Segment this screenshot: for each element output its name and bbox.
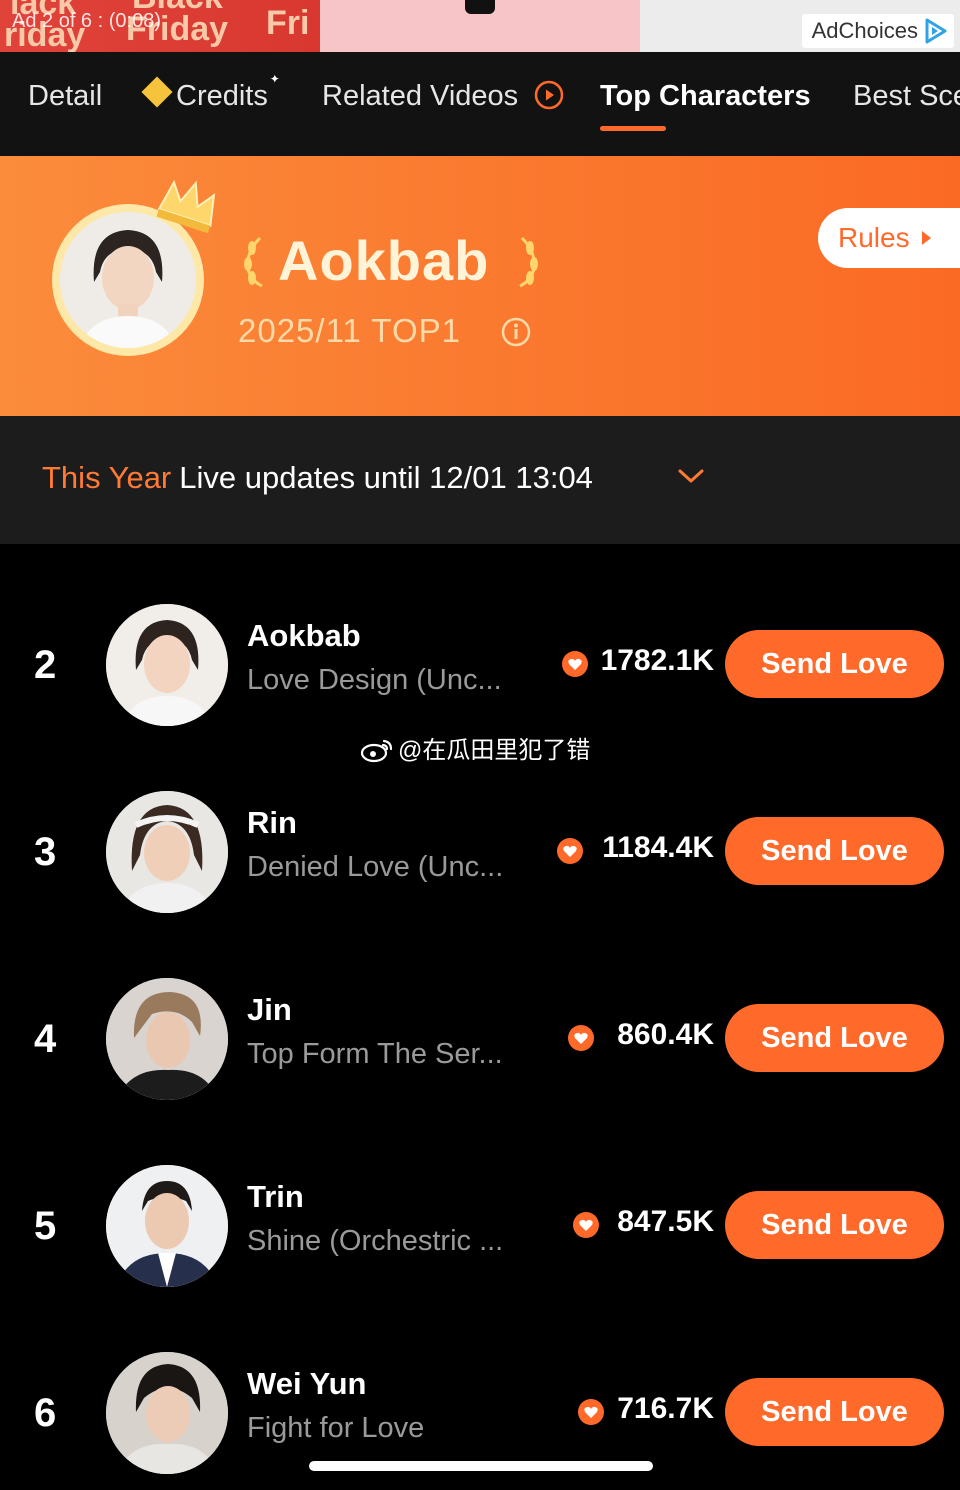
rank-number: 2 <box>34 643 57 687</box>
diamond-icon <box>141 76 173 108</box>
tab-label: Credits <box>176 80 268 112</box>
avatar[interactable] <box>106 1352 228 1474</box>
portrait-image <box>60 212 196 348</box>
character-name: Aokbab <box>247 618 361 653</box>
rank-number: 5 <box>34 1204 57 1248</box>
chevron-down-icon[interactable] <box>676 466 706 486</box>
live-update-text: Live updates until 12/01 13:04 <box>179 460 593 495</box>
sparkle-icon: ✦ <box>269 72 280 86</box>
love-score: 1184.4K <box>602 831 714 864</box>
tab-label: Detail <box>28 80 103 112</box>
caret-right-icon <box>921 231 931 245</box>
avatar <box>60 212 196 348</box>
heart-icon <box>557 838 583 864</box>
rank-number: 3 <box>34 830 57 874</box>
adchoices-label: AdChoices <box>811 18 918 43</box>
send-love-button[interactable]: Send Love <box>725 817 944 885</box>
character-name: Trin <box>247 1179 304 1214</box>
tab-bar: Detail Credits ✦ Related Videos Top Char… <box>0 52 960 156</box>
rank-number: 4 <box>34 1017 57 1061</box>
send-love-button[interactable]: Send Love <box>725 1191 944 1259</box>
tab-top-characters[interactable]: Top Characters <box>600 80 811 113</box>
character-name: Wei Yun <box>247 1366 367 1401</box>
home-indicator[interactable] <box>309 1461 653 1471</box>
portrait-image <box>106 978 228 1100</box>
ranking-row[interactable]: 5 Trin Shine (Orchestric ... 847.5K Send… <box>0 1133 960 1320</box>
show-title: Top Form The Ser... <box>247 1038 503 1070</box>
avatar[interactable] <box>106 791 228 913</box>
watermark: @在瓜田里犯了错 <box>360 730 590 765</box>
show-title: Fight for Love <box>247 1412 425 1444</box>
show-title: Love Design (Unc... <box>247 664 502 696</box>
adchoices-icon <box>925 18 947 44</box>
send-love-button[interactable]: Send Love <box>725 1378 944 1446</box>
top-character-banner: Aokbab 2025/11 TOP1 Rules <box>0 156 960 416</box>
period-text: This Year Live updates until 12/01 13:04 <box>42 460 593 496</box>
love-score: 847.5K <box>617 1205 714 1238</box>
show-title: Denied Love (Unc... <box>247 851 504 883</box>
avatar[interactable] <box>106 604 228 726</box>
ad-creative[interactable]: lack Black riday Friday Fri Ad 2 of 6 : … <box>0 0 320 52</box>
character-name: Rin <box>247 805 297 840</box>
heart-icon <box>562 651 588 677</box>
ad-shape <box>465 0 495 14</box>
adchoices-button[interactable]: AdChoices <box>801 14 954 48</box>
rules-button[interactable]: Rules <box>818 208 960 268</box>
portrait-image <box>106 1352 228 1474</box>
send-love-button[interactable]: Send Love <box>725 1004 944 1072</box>
play-circle-icon <box>534 80 564 110</box>
avatar[interactable] <box>106 1165 228 1287</box>
ad-counter: Ad 2 of 6 : (0:08) <box>12 10 161 32</box>
tab-label: Top Characters <box>600 80 811 112</box>
watermark-text: @在瓜田里犯了错 <box>398 737 591 764</box>
laurel-right-icon <box>519 236 538 288</box>
portrait-image <box>106 791 228 913</box>
love-score: 1782.1K <box>600 644 714 677</box>
active-tab-indicator <box>600 126 666 131</box>
heart-icon <box>568 1025 594 1051</box>
tab-related-videos[interactable]: Related Videos <box>322 80 564 113</box>
love-score: 716.7K <box>617 1392 714 1425</box>
tab-credits[interactable]: Credits ✦ <box>141 72 280 113</box>
rules-label: Rules <box>838 222 910 253</box>
tab-label: Related Videos <box>322 80 519 112</box>
character-name: Jin <box>247 992 292 1027</box>
period-range: This Year <box>42 460 172 495</box>
portrait-image <box>106 604 228 726</box>
send-love-button[interactable]: Send Love <box>725 630 944 698</box>
love-score: 860.4K <box>617 1018 714 1051</box>
top-character-subtitle: 2025/11 TOP1 <box>238 312 462 349</box>
ranking-row[interactable]: 4 Jin Top Form The Ser... 860.4K Send Lo… <box>0 946 960 1133</box>
top-character-name: Aokbab <box>278 229 490 292</box>
laurel-left-icon <box>244 236 263 288</box>
ad-word: Fri <box>266 4 310 42</box>
period-selector[interactable]: This Year Live updates until 12/01 13:04 <box>0 416 960 544</box>
tab-best-scenes[interactable]: Best Sce <box>853 80 960 113</box>
ad-image[interactable] <box>320 0 640 52</box>
show-title: Shine (Orchestric ... <box>247 1225 504 1257</box>
tab-label: Best Sce <box>853 80 960 112</box>
ranking-row[interactable]: 3 Rin Denied Love (Unc... 1184.4K Send L… <box>0 759 960 946</box>
portrait-image <box>106 1165 228 1287</box>
info-icon[interactable] <box>500 316 532 348</box>
weibo-icon <box>360 739 393 763</box>
ad-banner[interactable]: lack Black riday Friday Fri Ad 2 of 6 : … <box>0 0 960 52</box>
avatar[interactable] <box>106 978 228 1100</box>
tab-detail[interactable]: Detail <box>28 80 102 113</box>
heart-icon <box>578 1399 604 1425</box>
heart-icon <box>573 1212 599 1238</box>
rank-number: 6 <box>34 1391 57 1435</box>
